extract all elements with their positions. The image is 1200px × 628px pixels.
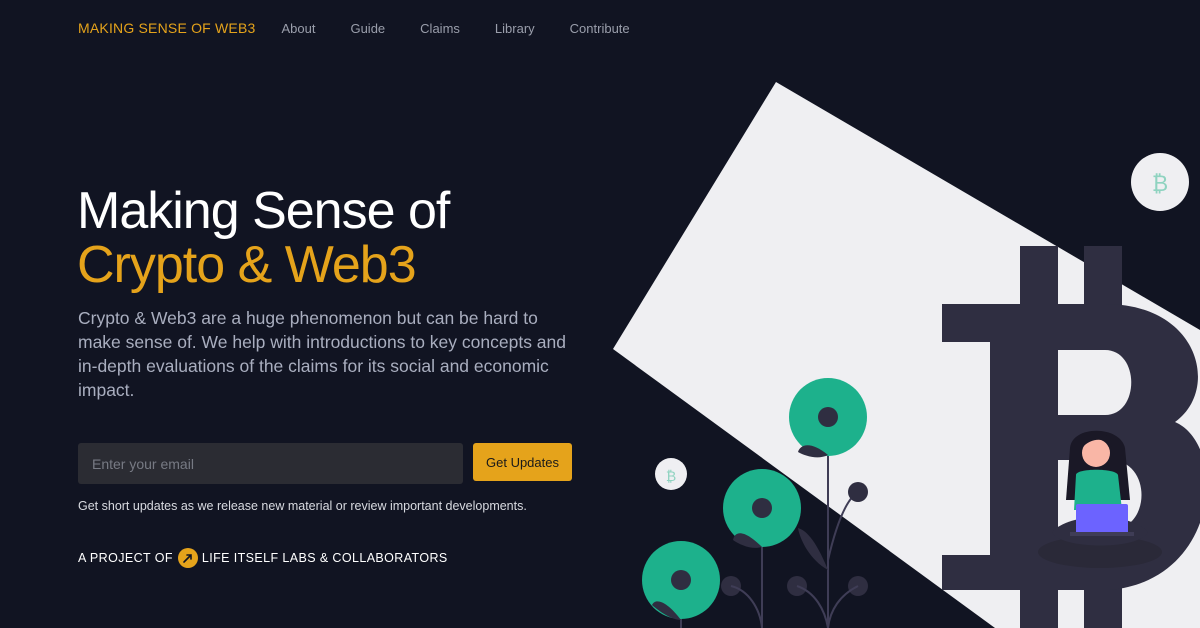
- top-nav: MAKING SENSE OF WEB3 About Guide Claims …: [78, 18, 665, 38]
- nav-link-library[interactable]: Library: [495, 21, 535, 36]
- project-prefix: A PROJECT OF: [78, 551, 173, 565]
- hero-description: Crypto & Web3 are a huge phenomenon but …: [78, 308, 567, 400]
- nav-link-guide[interactable]: Guide: [350, 21, 385, 36]
- hero-title: Making Sense of Crypto & Web3: [77, 182, 450, 294]
- project-credit: A PROJECT OF LIFE ITSELF LABS & COLLABOR…: [78, 548, 448, 568]
- brand-link[interactable]: MAKING SENSE OF WEB3: [78, 20, 255, 36]
- coin-icon-large: ₿: [1131, 153, 1189, 211]
- updates-note: Get short updates as we release new mate…: [78, 499, 527, 513]
- nav-link-about[interactable]: About: [281, 21, 315, 36]
- coin-icon-small: ₿: [655, 458, 687, 490]
- project-link[interactable]: LIFE ITSELF LABS & COLLABORATORS: [202, 551, 448, 565]
- email-input[interactable]: [78, 443, 463, 484]
- hero-title-line1: Making Sense of: [77, 182, 450, 240]
- hero-title-line2: Crypto & Web3: [77, 236, 417, 294]
- nav-link-claims[interactable]: Claims: [420, 21, 460, 36]
- svg-text:₿: ₿: [1152, 172, 1168, 197]
- get-updates-button[interactable]: Get Updates: [473, 443, 572, 481]
- hero-illustration: ₿ ₿: [613, 82, 1200, 628]
- svg-text:₿: ₿: [666, 469, 676, 485]
- nav-link-contribute[interactable]: Contribute: [570, 21, 630, 36]
- life-itself-logo-icon: [177, 548, 198, 568]
